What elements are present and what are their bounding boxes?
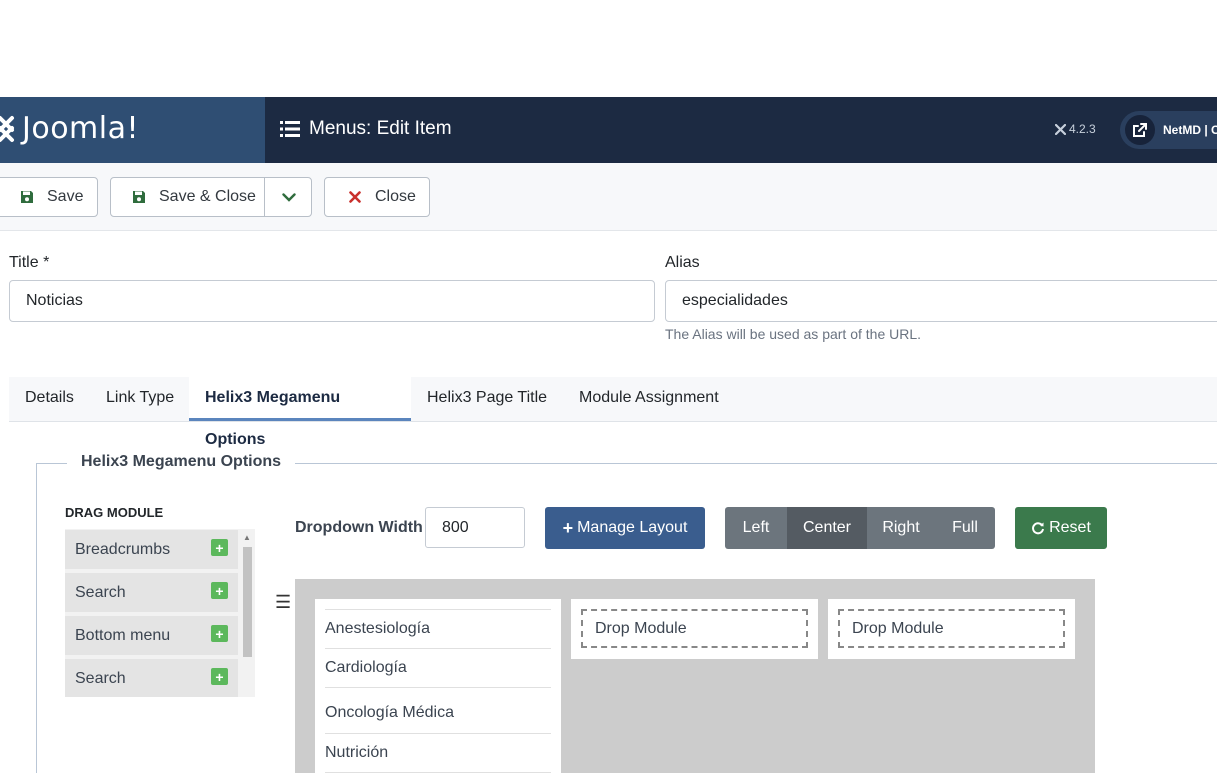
close-icon (345, 191, 365, 203)
list-icon (280, 121, 300, 137)
top-header: Joomla! Menus: Edit Item 4.2.3 NetMD | C… (0, 97, 1217, 163)
module-item[interactable]: Search + (65, 573, 238, 612)
tab-bar: Details Link Type Helix3 Megamenu Option… (9, 377, 1217, 448)
dropdown-width-label: Dropdown Width (295, 519, 423, 536)
manage-layout-label: Manage Layout (577, 519, 688, 536)
floppy-disk-icon (17, 190, 37, 204)
layout-column-1: Anestesiología Cardiología Oncología Méd… (315, 599, 561, 773)
floppy-disk-icon (129, 190, 149, 204)
save-close-label: Save & Close (159, 188, 256, 205)
save-button[interactable]: Save (0, 177, 98, 217)
align-full-button[interactable]: Full (935, 507, 995, 549)
alias-field[interactable]: especialidades (665, 280, 1217, 322)
reset-label: Reset (1049, 519, 1091, 536)
module-label: Search (75, 669, 126, 687)
menu-item[interactable]: Cardiología (325, 648, 551, 687)
layout-column-3: Drop Module (828, 599, 1075, 659)
alias-label: Alias (665, 254, 700, 271)
close-button[interactable]: Close (324, 177, 430, 217)
tab-link-type[interactable]: Link Type (90, 377, 190, 421)
close-label: Close (375, 188, 416, 205)
dropdown-width-input[interactable]: 800 (425, 507, 525, 548)
drop-module-zone[interactable]: Drop Module (581, 609, 808, 648)
drop-module-zone[interactable]: Drop Module (838, 609, 1065, 648)
menu-item[interactable]: Nutrición (325, 733, 551, 772)
version-text: 4.2.3 (1069, 122, 1096, 136)
megamenu-layout-area: Anestesiología Cardiología Oncología Méd… (295, 579, 1095, 773)
plus-icon: + (562, 517, 574, 538)
align-left-button[interactable]: Left (725, 507, 787, 549)
save-label: Save (47, 188, 84, 205)
toolbar: Save Save & Close Close (0, 163, 1217, 231)
fieldset-legend: Helix3 Megamenu Options (67, 453, 296, 471)
tab-helix3-megamenu-options[interactable]: Helix3 Megamenu Options (189, 377, 411, 448)
page-title: Menus: Edit Item (280, 118, 452, 140)
logo-text: Joomla! (22, 111, 140, 146)
save-options-dropdown[interactable] (266, 178, 312, 216)
user-menu-button[interactable]: NetMD | Co (1120, 111, 1217, 149)
button-divider (264, 178, 265, 216)
alignment-button-group: Left Center Right Full (725, 507, 995, 549)
save-close-button[interactable]: Save & Close (110, 177, 312, 217)
scroll-thumb[interactable] (243, 547, 252, 657)
module-list: Breadcrumbs + Search + Bottom menu + Sea… (65, 529, 255, 697)
module-item[interactable]: Breadcrumbs + (65, 530, 238, 569)
version-info: 4.2.3 (1055, 122, 1096, 136)
chevron-down-icon (282, 192, 296, 202)
tab-helix3-page-title[interactable]: Helix3 Page Title (411, 377, 563, 421)
reset-button[interactable]: Reset (1015, 507, 1107, 549)
joomla-logo-icon (0, 116, 14, 142)
external-link-icon (1125, 115, 1155, 145)
alias-help-text: The Alias will be used as part of the UR… (665, 326, 922, 342)
add-icon[interactable]: + (211, 668, 228, 685)
module-label: Bottom menu (75, 626, 171, 644)
module-list-scrollbar[interactable]: ▲ (241, 529, 253, 697)
module-item[interactable]: Search + (65, 659, 238, 697)
module-item[interactable]: Bottom menu + (65, 616, 238, 655)
module-label: Search (75, 583, 126, 601)
tab-details[interactable]: Details (9, 377, 90, 421)
align-center-button[interactable]: Center (787, 507, 867, 549)
menu-item[interactable]: Anestesiología (325, 609, 551, 647)
tab-module-assignment[interactable]: Module Assignment (563, 377, 735, 421)
manage-layout-button[interactable]: + Manage Layout (545, 507, 705, 549)
title-label: Title * (9, 254, 50, 271)
module-label: Breadcrumbs (75, 540, 171, 558)
add-icon[interactable]: + (211, 625, 228, 642)
joomla-small-icon (1055, 123, 1066, 135)
add-icon[interactable]: + (211, 539, 228, 556)
scroll-up-icon[interactable]: ▲ (243, 533, 251, 542)
drag-module-title: DRAG MODULE (65, 505, 164, 520)
title-field[interactable]: Noticias (9, 280, 655, 322)
refresh-icon (1032, 522, 1045, 535)
menu-item[interactable]: Oncología Médica (325, 687, 551, 733)
align-right-button[interactable]: Right (867, 507, 935, 549)
page-title-text: Menus: Edit Item (309, 118, 452, 139)
add-icon[interactable]: + (211, 582, 228, 599)
row-handle-icon[interactable]: ☰ (275, 592, 291, 613)
layout-column-2: Drop Module (571, 599, 818, 659)
user-name: NetMD | Co (1163, 123, 1217, 137)
logo[interactable]: Joomla! (0, 97, 265, 163)
